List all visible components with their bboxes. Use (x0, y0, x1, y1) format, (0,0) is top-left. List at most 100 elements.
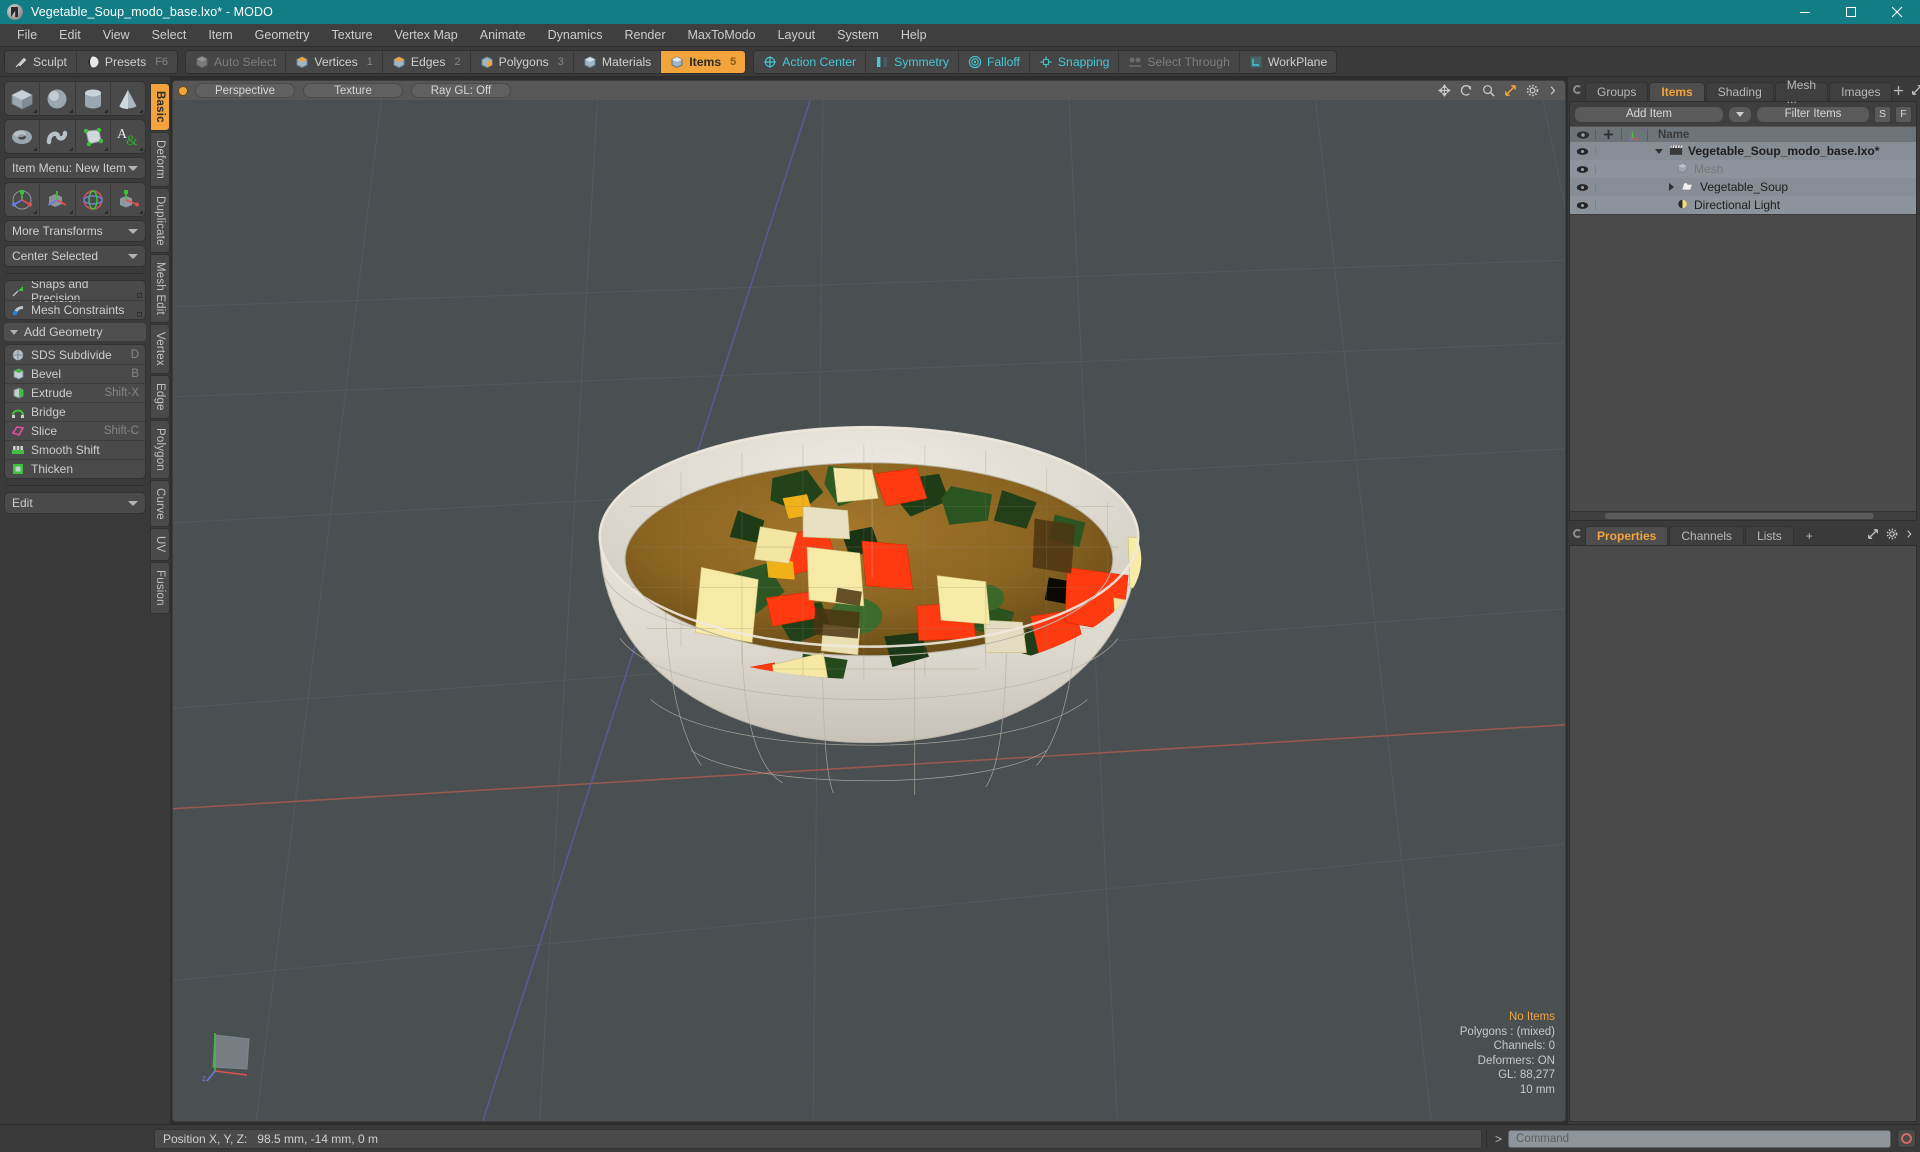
tab-vertex[interactable]: Vertex (150, 324, 170, 375)
tab-polygon[interactable]: Polygon (150, 419, 170, 479)
add-tab-icon[interactable] (1893, 84, 1904, 99)
row-name-cell[interactable]: Vegetable_Soup (1648, 180, 1916, 195)
torus-primitive-button[interactable] (5, 120, 39, 153)
tab-images[interactable]: Images (1829, 82, 1893, 101)
slice-button[interactable]: Slice Shift-C (5, 421, 145, 440)
cylinder-options-corner[interactable] (103, 109, 108, 113)
edges-button[interactable]: Edges 2 (381, 50, 470, 73)
fit-view-icon[interactable] (1504, 84, 1517, 97)
sculpt-button[interactable]: Sculpt (5, 51, 76, 73)
menu-view[interactable]: View (92, 24, 141, 47)
tab-curve[interactable]: Curve (150, 479, 170, 528)
viewport-menu-dot[interactable] (179, 86, 187, 95)
items-button[interactable]: Items 5 (660, 50, 746, 73)
cube-primitive-button[interactable] (5, 82, 39, 115)
text-options-corner[interactable] (139, 147, 143, 151)
tab-deform[interactable]: Deform (150, 131, 170, 187)
materials-button[interactable]: Materials (572, 50, 660, 73)
chevron-right-icon[interactable] (1905, 528, 1913, 543)
vertices-button[interactable]: Vertices 1 (285, 50, 381, 73)
menu-maxtomodo[interactable]: MaxToModo (677, 24, 767, 47)
sphere-primitive-button[interactable] (39, 82, 74, 115)
table-row[interactable]: Vegetable_Soup (1570, 178, 1916, 196)
add-geometry-section-header[interactable]: Add Geometry (4, 323, 146, 341)
tab-lists[interactable]: Lists (1745, 526, 1794, 545)
cone-options-corner[interactable] (139, 109, 143, 113)
tab-groups[interactable]: Groups (1585, 82, 1649, 101)
auto-select-button[interactable]: Auto Select (186, 51, 285, 73)
snaps-options-corner[interactable] (137, 293, 142, 298)
tab-add[interactable]: + (1795, 526, 1824, 545)
menu-item[interactable]: Item (197, 24, 243, 47)
row-visibility-toggle[interactable] (1570, 182, 1596, 192)
rotate-view-icon[interactable] (1460, 84, 1473, 97)
filter-s-button[interactable]: S (1874, 105, 1891, 123)
presets-button[interactable]: Sculpt Presets F6 (75, 50, 177, 73)
add-item-button[interactable]: Add Item (1574, 105, 1724, 123)
tab-mesh-edit[interactable]: Mesh Edit (150, 254, 170, 324)
tab-channels[interactable]: Channels (1669, 526, 1745, 545)
center-selected-dropdown[interactable]: Center Selected (4, 245, 146, 267)
torus-options-corner[interactable] (33, 147, 38, 151)
expand-icon[interactable] (1911, 84, 1920, 99)
menu-help[interactable]: Help (890, 24, 938, 47)
menu-animate[interactable]: Animate (469, 24, 537, 47)
move-tool-button[interactable] (5, 183, 39, 216)
record-icon[interactable] (1897, 1129, 1916, 1148)
polygon-pen-options-corner[interactable] (103, 147, 108, 151)
transform-tool-corner[interactable] (139, 210, 143, 214)
panel-menu-icon[interactable] (1573, 529, 1582, 538)
menu-layout[interactable]: Layout (767, 24, 827, 47)
falloff-button[interactable]: Falloff (957, 50, 1029, 73)
command-input[interactable]: Command (1508, 1129, 1891, 1148)
expand-icon[interactable] (1867, 528, 1879, 543)
properties-content[interactable] (1569, 545, 1917, 1122)
shading-mode-button[interactable]: Texture (303, 83, 403, 98)
scrollbar-thumb[interactable] (1604, 513, 1875, 519)
twist-right-icon[interactable] (1666, 183, 1676, 191)
tab-duplicate[interactable]: Duplicate (150, 187, 170, 254)
tab-shading[interactable]: Shading (1705, 82, 1774, 101)
thicken-button[interactable]: Thicken (5, 459, 145, 478)
cylinder-primitive-button[interactable] (74, 82, 110, 115)
sds-subdivide-button[interactable]: SDS Subdivide D (5, 345, 145, 364)
row-visibility-toggle[interactable] (1570, 164, 1596, 174)
tab-fusion[interactable]: Fusion (150, 561, 170, 614)
gear-icon[interactable] (1526, 84, 1539, 97)
item-tree-hscrollbar[interactable] (1570, 511, 1916, 520)
polygon-pen-button[interactable] (74, 120, 110, 153)
tab-items[interactable]: Items (1649, 82, 1705, 101)
axis-gizmo-icon[interactable]: z (201, 1025, 261, 1085)
gear-icon[interactable] (1886, 528, 1898, 543)
tab-basic[interactable]: Basic (150, 83, 170, 131)
view-mode-button[interactable]: Perspective (195, 83, 295, 98)
menu-texture[interactable]: Texture (321, 24, 384, 47)
snaps-and-precision-button[interactable]: Snaps and Precision (5, 281, 145, 305)
constraints-options-corner[interactable] (137, 312, 142, 317)
tab-properties[interactable]: Properties (1585, 526, 1669, 545)
menu-vertex-map[interactable]: Vertex Map (384, 24, 469, 47)
raygl-button[interactable]: Ray GL: Off (411, 83, 511, 98)
row-name-cell[interactable]: Directional Light (1648, 198, 1916, 213)
tab-uv[interactable]: UV (150, 528, 170, 561)
row-name-cell[interactable]: Vegetable_Soup_modo_base.lxo* (1648, 144, 1916, 159)
tube-primitive-button[interactable] (39, 120, 74, 153)
table-row[interactable]: Vegetable_Soup_modo_base.lxo* (1570, 142, 1916, 160)
smooth-shift-button[interactable]: Smooth Shift (5, 440, 145, 459)
bevel-button[interactable]: Bevel B (5, 364, 145, 383)
rotate-tool-button[interactable] (74, 183, 110, 216)
filter-f-button[interactable]: F (1895, 105, 1912, 123)
filter-items-input[interactable]: Filter Items (1756, 105, 1870, 123)
transform-tool-button[interactable] (109, 183, 145, 216)
more-transforms-dropdown[interactable]: More Transforms (4, 220, 146, 242)
text-primitive-button[interactable]: A & (109, 120, 145, 153)
move-tool-corner[interactable] (33, 210, 38, 214)
maximize-button[interactable] (1828, 0, 1874, 24)
cube-options-corner[interactable] (33, 109, 38, 113)
tube-options-corner[interactable] (68, 147, 73, 151)
tab-edge[interactable]: Edge (150, 375, 170, 419)
item-menu-dropdown[interactable]: Item Menu: New Item (4, 157, 146, 179)
menu-select[interactable]: Select (141, 24, 198, 47)
scale-tool-corner[interactable] (68, 210, 73, 214)
scale-tool-button[interactable] (39, 183, 74, 216)
